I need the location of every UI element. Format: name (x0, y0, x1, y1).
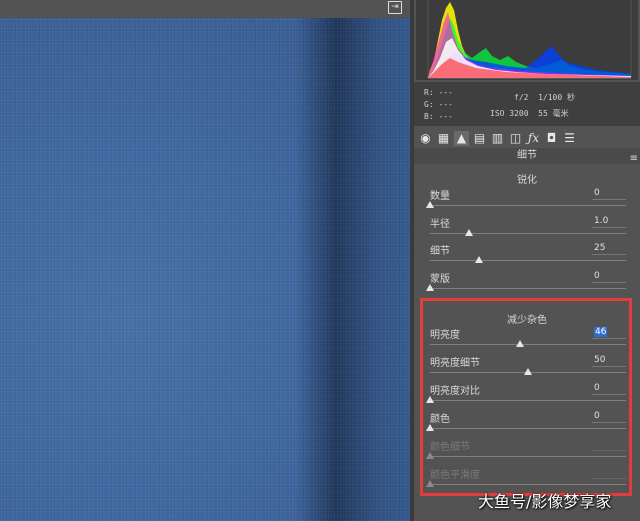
focal-length: 55 毫米 (538, 109, 569, 118)
camera-icon[interactable]: ◘ (544, 131, 559, 146)
slider-value-field[interactable]: 25 (592, 242, 626, 255)
r-value: --- (438, 88, 453, 97)
shutter-speed: 1/100 秒 (538, 93, 575, 102)
iso: ISO 3200 (490, 109, 529, 118)
slider-row: 半径 1.0 (414, 215, 640, 243)
split-tone-icon[interactable]: ▥ (490, 131, 505, 146)
tone-curve-icon[interactable]: ▦ (436, 131, 451, 146)
detail-icon[interactable]: ▲ (454, 130, 469, 146)
slider-label: 数量 (430, 191, 450, 202)
slider-value-field[interactable]: 0 (592, 187, 626, 200)
sharpen-title: 锐化 (517, 175, 537, 186)
slider-track[interactable] (430, 287, 626, 289)
slider-row: 细节 25 (414, 242, 640, 270)
slider-value: 0 (594, 188, 600, 198)
camera-info: R: --- G: --- B: --- f/2 1/100 秒 ISO 320… (414, 82, 640, 126)
image-canvas[interactable] (0, 0, 410, 521)
b-label: B: (424, 112, 434, 121)
presets-icon[interactable]: ☰ (562, 131, 577, 146)
slider-row: 蒙版 0 (414, 270, 640, 298)
slider-value: 1.0 (594, 215, 609, 226)
slider-thumb[interactable] (465, 228, 474, 236)
export-icon[interactable]: ⇥ (388, 1, 402, 14)
slider-value: 0 (594, 270, 600, 281)
slider-row: 数量 0 (414, 187, 640, 215)
panel-menu-icon[interactable]: ≡ (630, 151, 638, 167)
iso-line: ISO 3200 55 毫米 (490, 108, 569, 119)
aperture: f/2 (514, 93, 529, 102)
slider-label: 半径 (430, 218, 450, 230)
slider-track[interactable] (430, 260, 626, 261)
slider-value-field[interactable]: 1.0 (592, 215, 626, 228)
slider-thumb[interactable] (475, 256, 483, 263)
g-label: G: (424, 100, 434, 109)
histogram (416, 0, 638, 80)
rgb-readout: R: --- G: --- B: --- (424, 87, 453, 123)
fx-icon[interactable]: ƒx (526, 131, 541, 146)
r-label: R: (424, 88, 434, 97)
slider-track[interactable] (430, 205, 626, 206)
highlight-box (420, 298, 632, 496)
basic-icon[interactable]: ◉ (418, 131, 433, 146)
slider-track[interactable] (430, 232, 626, 234)
slider-thumb[interactable] (426, 283, 434, 291)
slider-thumb[interactable] (426, 201, 434, 208)
hsl-icon[interactable]: ▤ (472, 131, 487, 146)
slider-value-field[interactable]: 0 (592, 270, 626, 283)
b-value: --- (438, 112, 453, 121)
panel-tabs: ◉ ▦ ▲ ▤ ▥ ◫ ƒx ◘ ☰ (414, 128, 640, 148)
slider-value: 25 (594, 243, 606, 253)
slider-label: 细节 (430, 246, 450, 257)
exposure-line: f/2 1/100 秒 (514, 92, 575, 103)
section-title: 细节 (517, 150, 537, 161)
g-value: --- (438, 100, 453, 109)
slider-label: 蒙版 (430, 273, 450, 285)
lens-icon[interactable]: ◫ (508, 131, 523, 146)
watermark: 大鱼号/影像梦享家 (478, 492, 612, 511)
section-header: 细节 ≡ (414, 148, 640, 164)
